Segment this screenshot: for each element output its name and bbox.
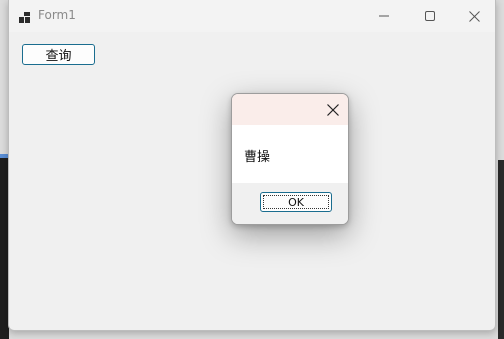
close-icon	[468, 10, 480, 22]
message-box-titlebar[interactable]	[232, 94, 348, 125]
ok-button[interactable]: OK	[260, 192, 332, 212]
desktop-background	[498, 160, 504, 339]
window-titlebar[interactable]: Form1	[9, 0, 495, 32]
maximize-button[interactable]	[407, 0, 453, 32]
minimize-button[interactable]	[361, 0, 407, 32]
query-button[interactable]: 查询	[22, 44, 95, 65]
minimize-icon	[379, 15, 389, 17]
window-title: Form1	[38, 8, 76, 22]
close-button[interactable]	[451, 0, 497, 32]
close-icon	[327, 104, 339, 116]
app-icon	[19, 9, 31, 23]
maximize-icon	[425, 11, 435, 21]
message-box-close-button[interactable]	[324, 101, 342, 119]
message-text: 曹操	[244, 150, 271, 165]
ok-button-label: OK	[288, 195, 304, 209]
message-box: 曹操 OK	[231, 93, 349, 225]
message-box-footer: OK	[232, 183, 348, 224]
